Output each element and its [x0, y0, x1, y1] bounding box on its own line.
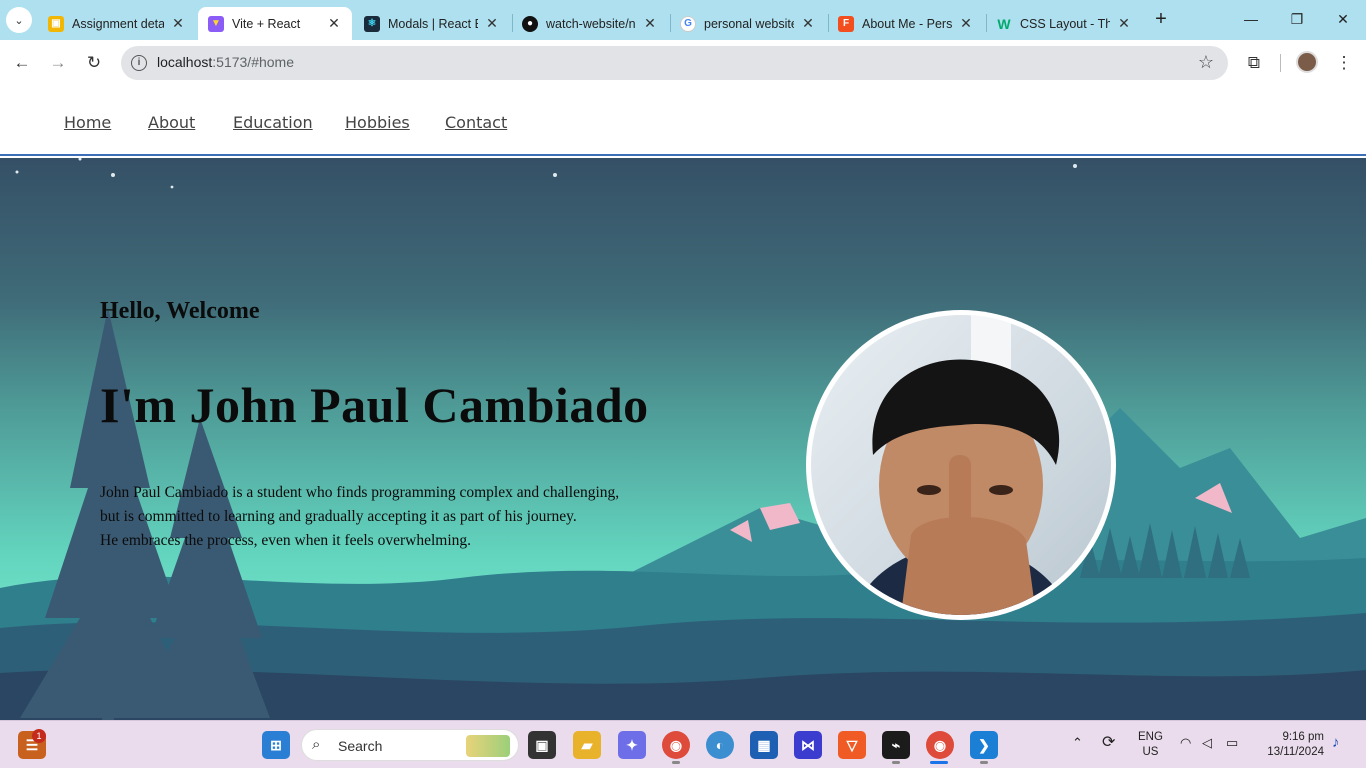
active-app-indicator: [930, 761, 948, 764]
copilot-icon[interactable]: ✦: [618, 731, 646, 759]
back-arrow-icon[interactable]: ←: [10, 51, 34, 75]
brave-icon[interactable]: ▽: [838, 731, 866, 759]
volume-icon[interactable]: ◁: [1202, 735, 1212, 751]
close-icon[interactable]: ✕: [800, 15, 816, 32]
search-placeholder: Search: [338, 738, 383, 754]
search-icon: ⌕: [312, 736, 321, 753]
hero-bio: John Paul Cambiado is a student who find…: [100, 481, 700, 553]
bio-line: but is committed to learning and gradual…: [100, 508, 577, 525]
tab-vite-react[interactable]: ▼ Vite + React ✕: [198, 7, 352, 40]
vscode-icon[interactable]: ❯: [970, 731, 998, 759]
clock-date: 13/11/2024: [1267, 746, 1324, 758]
language-indicator[interactable]: ENG US: [1138, 730, 1163, 760]
vite-icon: ▼: [208, 15, 224, 32]
browser-toolbar: ← → ↻ i localhost:5173/#home ☆ ⧉ ⋮: [0, 40, 1366, 86]
windows-taskbar: ☰ 1 ⊞ ⌕ Search ▣ ▰ ✦ ◉ ◐ ▦ ⋈ ▽ ⌁ ◉ ❯ ⌃ ⟳…: [0, 720, 1366, 768]
window-close-icon[interactable]: ✕: [1332, 8, 1354, 30]
tab-github[interactable]: ● watch-website/n ✕: [512, 7, 668, 40]
landscape-background: [0, 158, 1366, 720]
battery-icon[interactable]: ▭: [1226, 735, 1238, 751]
reload-icon[interactable]: ↻: [82, 51, 106, 75]
windows-start-icon[interactable]: ⊞: [262, 731, 290, 759]
extensions-puzzle-icon[interactable]: ⧉: [1242, 51, 1266, 75]
bio-line: He embraces the process, even when it fe…: [100, 532, 472, 549]
site-navbar: Home About Education Hobbies Contact: [0, 86, 1366, 156]
tab-assignment[interactable]: ▣ Assignment deta ✕: [38, 7, 196, 40]
restore-icon[interactable]: ❐: [1286, 8, 1308, 30]
tab-title: Vite + React: [232, 16, 301, 31]
chrome-profile-icon[interactable]: ◉: [926, 731, 954, 759]
microsoft-store-icon[interactable]: ▦: [750, 731, 778, 759]
portrait-illustration: [851, 315, 1071, 615]
hero-heading: I'm John Paul Cambiado: [100, 377, 649, 433]
address-url[interactable]: localhost:5173/#home: [157, 54, 294, 70]
edge-icon[interactable]: ◐: [706, 731, 734, 759]
language-code: ENG: [1138, 731, 1163, 743]
chrome-icon[interactable]: ◉: [662, 731, 690, 759]
visual-studio-icon[interactable]: ⋈: [794, 731, 822, 759]
tab-title: watch-website/n: [546, 16, 636, 31]
toolbar-divider: [1280, 54, 1281, 72]
nav-link-contact[interactable]: Contact: [445, 113, 507, 132]
tab-title: Assignment deta: [72, 16, 164, 31]
close-icon[interactable]: ✕: [170, 15, 186, 32]
taskbar-search[interactable]: ⌕ Search: [301, 729, 519, 761]
system-clock[interactable]: 9:16 pm 13/11/2024: [1258, 730, 1324, 760]
notification-bell-icon[interactable]: ♪: [1332, 734, 1340, 751]
profile-photo-image: [811, 315, 1111, 615]
search-highlight-icon: [466, 735, 510, 757]
address-bar[interactable]: i localhost:5173/#home ☆: [121, 46, 1228, 80]
url-path: :5173/#home: [212, 54, 294, 70]
keyboard-region: US: [1142, 746, 1159, 758]
bio-line: John Paul Cambiado is a student who find…: [100, 484, 620, 501]
notification-badge: 1: [32, 729, 46, 743]
close-icon[interactable]: ✕: [326, 15, 342, 32]
nav-link-about[interactable]: About: [148, 113, 195, 132]
close-icon[interactable]: ✕: [958, 15, 974, 32]
tab-modals-react-bootstrap[interactable]: ⚛ Modals | React B ✕: [354, 7, 510, 40]
tab-title: Modals | React B: [388, 16, 478, 31]
task-view-icon[interactable]: ▣: [528, 731, 556, 759]
tab-title: personal website: [704, 16, 794, 31]
file-explorer-icon[interactable]: ▰: [573, 731, 601, 759]
react-bootstrap-icon: ⚛: [364, 15, 380, 32]
classroom-icon: ▣: [48, 15, 64, 32]
running-app-indicator: [892, 761, 900, 764]
profile-avatar[interactable]: [1296, 51, 1318, 73]
terminal-app-icon[interactable]: ⌁: [882, 731, 910, 759]
nav-link-education[interactable]: Education: [233, 113, 313, 132]
tab-w3schools[interactable]: W CSS Layout - The ✕: [986, 7, 1142, 40]
figma-icon: F: [838, 15, 854, 32]
github-icon: ●: [522, 15, 538, 32]
tab-search-button[interactable]: ⌄: [6, 7, 32, 33]
clock-time: 9:16 pm: [1282, 731, 1324, 743]
google-icon: G: [680, 15, 696, 32]
hero-greeting: Hello, Welcome: [100, 298, 260, 324]
url-host: localhost: [157, 54, 213, 70]
minimize-icon[interactable]: —: [1240, 8, 1262, 30]
close-icon[interactable]: ✕: [484, 15, 500, 32]
nav-link-hobbies[interactable]: Hobbies: [345, 113, 410, 132]
chevron-up-icon[interactable]: ⌃: [1072, 735, 1083, 751]
tab-google-search[interactable]: G personal website ✕: [670, 7, 826, 40]
tab-title: About Me - Pers: [862, 16, 952, 31]
menu-kebab-icon[interactable]: ⋮: [1332, 51, 1356, 75]
tab-title: CSS Layout - The: [1020, 16, 1110, 31]
nav-link-home[interactable]: Home: [64, 113, 111, 132]
close-icon[interactable]: ✕: [1116, 15, 1132, 32]
forward-arrow-icon[interactable]: →: [46, 51, 70, 75]
hero-section: Hello, Welcome I'm John Paul Cambiado Jo…: [0, 158, 1366, 720]
sync-icon[interactable]: ⟳: [1102, 732, 1115, 752]
site-info-icon[interactable]: i: [131, 55, 147, 71]
browser-tab-strip: ⌄ ▣ Assignment deta ✕ ▼ Vite + React ✕ ⚛…: [0, 0, 1366, 40]
running-app-indicator: [672, 761, 680, 764]
profile-photo: [806, 310, 1116, 620]
new-tab-button[interactable]: +: [1150, 8, 1172, 30]
tab-figma[interactable]: F About Me - Pers ✕: [828, 7, 984, 40]
wifi-icon[interactable]: ◠: [1180, 735, 1191, 751]
bookmark-star-icon[interactable]: ☆: [1198, 52, 1214, 73]
w3schools-icon: W: [997, 15, 1011, 32]
running-app-indicator: [980, 761, 988, 764]
close-icon[interactable]: ✕: [642, 15, 658, 32]
